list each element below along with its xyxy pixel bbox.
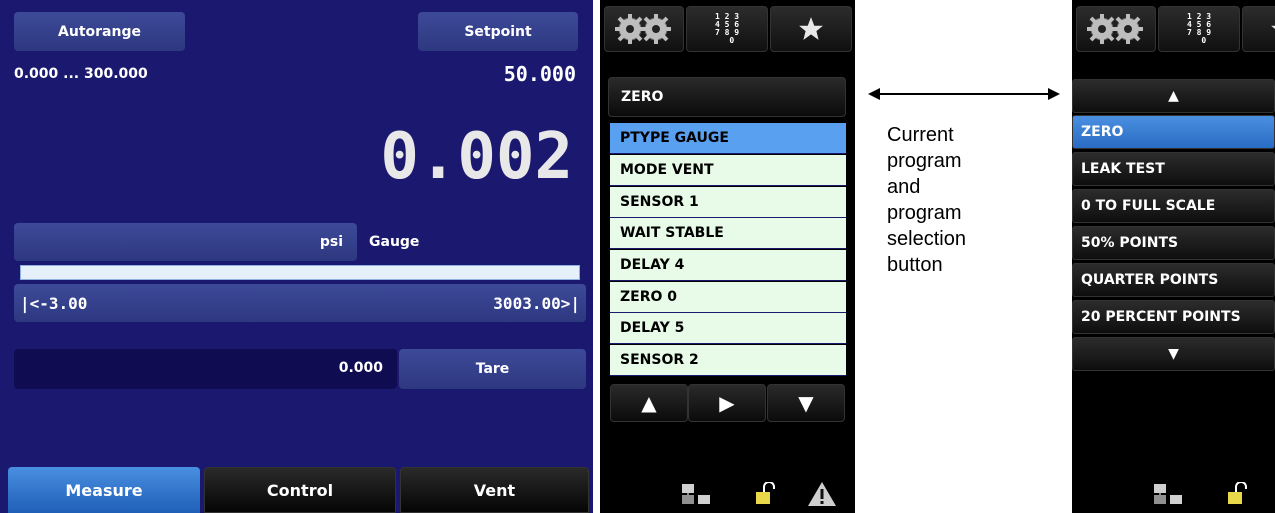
program-panel: 1 2 3 4 5 6 7 8 9 0 ZERO PTYPE GAUGE MOD… (600, 0, 855, 513)
range-bar (20, 265, 580, 280)
step-run-button[interactable]: ▶ (688, 384, 766, 422)
star-icon (1271, 25, 1275, 30)
menu-item[interactable]: 50% POINTS (1072, 226, 1275, 260)
favorites-button[interactable] (770, 6, 852, 52)
program-step-list: PTYPE GAUGE MODE VENT SENSOR 1 WAIT STAB… (610, 123, 846, 377)
gears-icon (615, 14, 671, 44)
keypad-button[interactable]: 1 2 3 4 5 6 7 8 9 0 (686, 6, 768, 52)
annotation-line: program (887, 150, 962, 172)
network-icon (682, 484, 710, 504)
arrow-up-icon: ▲ (1168, 88, 1179, 104)
step-up-button[interactable]: ▲ (610, 384, 688, 422)
keypad-button[interactable]: 1 2 3 4 5 6 7 8 9 0 (1158, 6, 1240, 52)
step-item[interactable]: PTYPE GAUGE (610, 123, 846, 154)
network-icon (1154, 484, 1182, 504)
annotation-line: Current (887, 124, 954, 146)
play-icon: ▶ (719, 391, 735, 415)
arrow-up-icon: ▲ (641, 391, 657, 415)
autorange-button[interactable]: Autorange (14, 12, 185, 51)
menu-scroll-down-button[interactable]: ▼ (1072, 337, 1275, 371)
step-item[interactable]: ZERO 0 (610, 282, 846, 313)
setpoint-value: 50.000 (503, 62, 576, 86)
menu-scroll-up-button[interactable]: ▲ (1072, 79, 1275, 113)
menu-item[interactable]: LEAK TEST (1072, 152, 1275, 186)
warning-icon[interactable] (807, 480, 837, 508)
step-down-button[interactable]: ▼ (767, 384, 845, 422)
annotation-line: and (887, 176, 921, 198)
menu-item[interactable]: 20 PERCENT POINTS (1072, 300, 1275, 334)
bar-min-label: |<-3.00 (20, 293, 88, 313)
pressure-type-label: Gauge (369, 234, 420, 250)
menu-item[interactable]: ZERO (1072, 115, 1275, 149)
step-item[interactable]: MODE VENT (610, 155, 846, 186)
lock-icon (1228, 482, 1247, 504)
arrow-down-icon: ▼ (1168, 346, 1179, 362)
step-item[interactable]: DELAY 5 (610, 313, 846, 344)
program-selection-panel: 1 2 3 4 5 6 7 8 9 0 ▲ ZERO LEAK TEST 0 T… (1072, 0, 1275, 513)
settings-button[interactable] (604, 6, 684, 52)
bar-limits-button[interactable]: |<-3.00 3003.00>| (14, 284, 586, 322)
bar-max-label: 3003.00>| (493, 293, 580, 313)
step-item[interactable]: SENSOR 2 (610, 345, 846, 376)
step-item[interactable]: DELAY 4 (610, 250, 846, 281)
range-text: 0.000 ... 300.000 (14, 66, 148, 82)
keypad-icon: 1 2 3 4 5 6 7 8 9 0 (1186, 12, 1212, 45)
step-item[interactable]: WAIT STABLE (610, 218, 846, 249)
settings-button[interactable] (1076, 6, 1156, 52)
units-button[interactable]: psi (14, 223, 357, 261)
setpoint-button[interactable]: Setpoint (418, 12, 578, 51)
tab-control[interactable]: Control (204, 467, 396, 513)
menu-item[interactable]: QUARTER POINTS (1072, 263, 1275, 297)
tare-value: 0.000 (338, 360, 383, 376)
menu-item[interactable]: 0 TO FULL SCALE (1072, 189, 1275, 223)
current-program-button[interactable]: ZERO (608, 77, 846, 117)
pressure-reading: 0.002 (380, 120, 573, 194)
favorites-button[interactable] (1242, 6, 1275, 52)
double-arrow-icon (868, 88, 1060, 100)
star-icon (799, 17, 823, 40)
arrow-down-icon: ▼ (798, 391, 814, 415)
annotation-caption: Current program and program selection bu… (887, 122, 966, 278)
lock-icon (756, 482, 775, 504)
gears-icon (1087, 14, 1143, 44)
keypad-icon: 1 2 3 4 5 6 7 8 9 0 (714, 12, 740, 45)
step-item[interactable]: SENSOR 1 (610, 187, 846, 218)
annotation-line: program (887, 202, 962, 224)
measure-screen: Autorange Setpoint 0.000 ... 300.000 50.… (0, 0, 593, 513)
tare-value-field: 0.000 (14, 349, 397, 389)
annotation-line: selection (887, 228, 966, 250)
annotation-line: button (887, 254, 943, 276)
tab-vent[interactable]: Vent (400, 467, 589, 513)
tab-measure[interactable]: Measure (8, 467, 200, 513)
tare-button[interactable]: Tare (399, 349, 586, 389)
